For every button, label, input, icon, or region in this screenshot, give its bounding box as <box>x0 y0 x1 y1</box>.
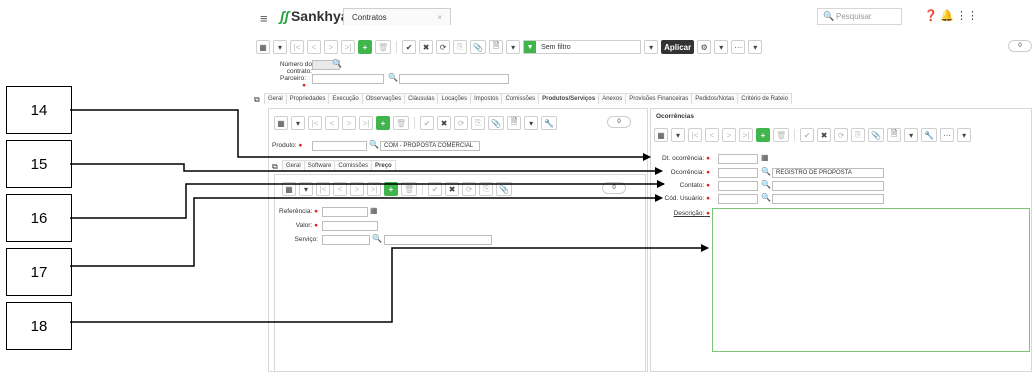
arrow-16 <box>70 180 665 219</box>
arrow-15 <box>70 163 663 175</box>
arrow-17 <box>70 194 663 267</box>
arrows-overlay <box>70 109 709 323</box>
arrow-18 <box>70 244 709 323</box>
arrow-14 <box>70 109 651 161</box>
